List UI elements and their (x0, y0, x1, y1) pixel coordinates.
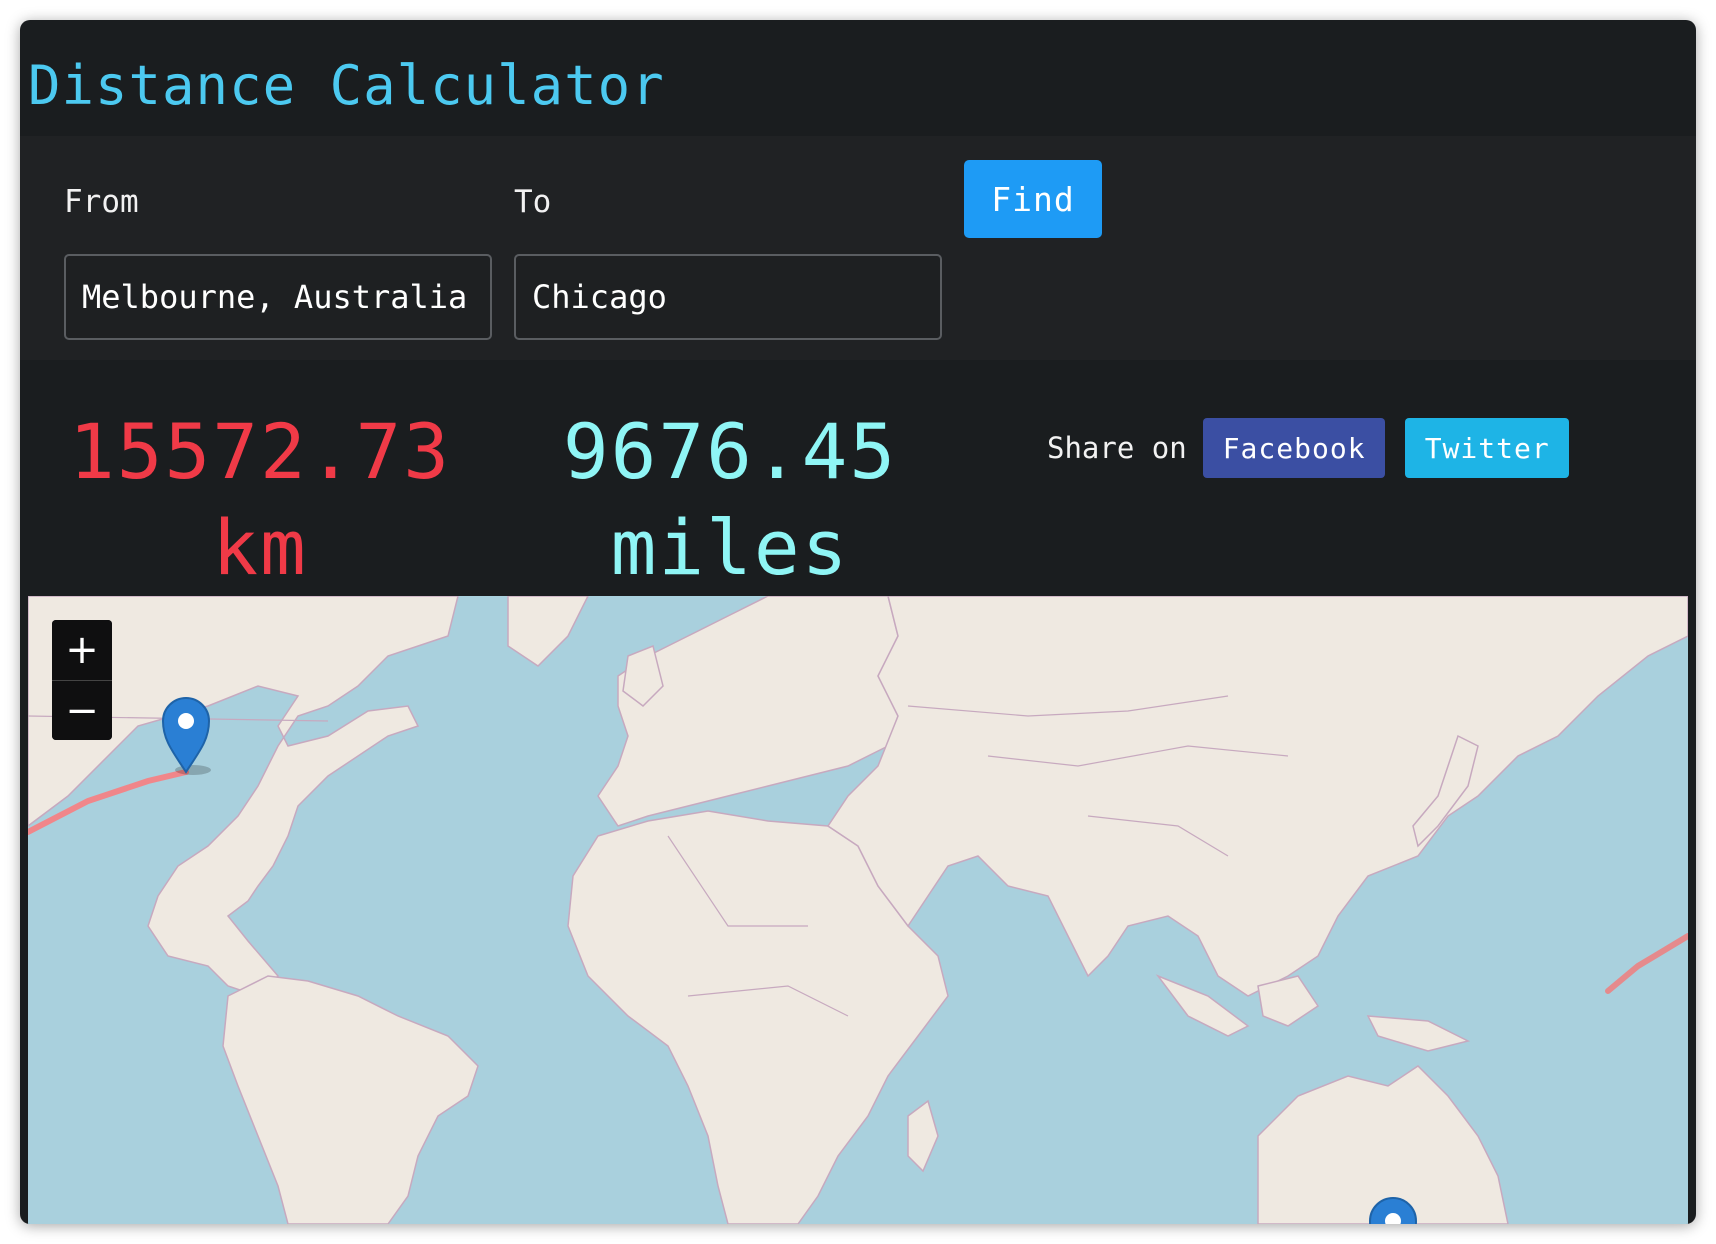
share-bar: Share on Facebook Twitter (1047, 418, 1569, 478)
south-america-land (222, 975, 479, 1224)
miles-unit: miles (610, 503, 850, 592)
from-input[interactable] (64, 254, 492, 340)
km-result: 15572.73 km (60, 404, 460, 596)
new-guinea-land (1366, 1015, 1471, 1052)
page-title: Distance Calculator (28, 54, 665, 117)
borneo-land (1257, 975, 1320, 1027)
asia-land (826, 596, 1688, 997)
share-label: Share on (1047, 431, 1187, 465)
miles-value: 9676.45 (562, 407, 898, 496)
km-value: 15572.73 (68, 407, 452, 496)
world-map (28, 596, 1688, 1224)
find-button[interactable]: Find (964, 160, 1102, 238)
zoom-out-button[interactable]: − (52, 680, 112, 740)
map-view[interactable]: + − (28, 596, 1688, 1224)
twitter-share-button[interactable]: Twitter (1404, 418, 1569, 478)
greenland-land (507, 596, 589, 667)
chicago-marker-icon (161, 697, 211, 775)
facebook-share-button[interactable]: Facebook (1202, 418, 1385, 478)
madagascar-land (907, 1099, 939, 1173)
route-line-east (1605, 933, 1688, 994)
zoom-in-button[interactable]: + (52, 620, 112, 680)
to-input[interactable] (514, 254, 942, 340)
zoom-control: + − (52, 620, 112, 740)
miles-result: 9676.45 miles (520, 404, 940, 596)
to-label: To (514, 184, 552, 220)
km-unit: km (212, 503, 308, 592)
app-window: Distance Calculator From To Find 15572.7… (20, 20, 1696, 1224)
search-form: From To (20, 136, 1696, 360)
from-label: From (64, 184, 139, 220)
